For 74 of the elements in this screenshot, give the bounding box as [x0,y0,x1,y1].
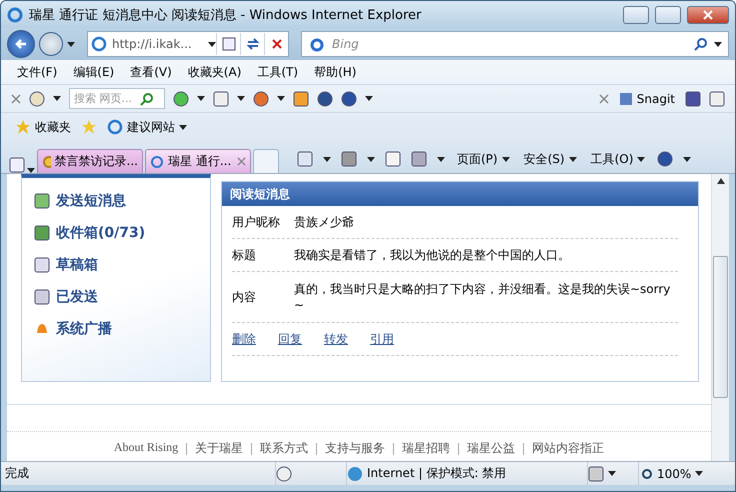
field-value: 真的，我当时只是大略的扫了下内容，并没细看。这是我的失误~sorry ~ [294,281,672,313]
field-label: 标题 [232,246,257,264]
action-link[interactable]: 回复 [278,330,302,348]
browser-tab[interactable]: 瑞星 通行... [145,149,251,173]
menu-item[interactable]: 文件(F) [9,64,66,80]
maximize-button[interactable] [655,6,681,24]
globe-icon [347,466,363,482]
search-box[interactable]: Bing [301,31,729,57]
zoom-button[interactable]: 100% [639,466,706,480]
menu-item[interactable]: 帮助(H) [306,64,364,80]
field-label: 内容 [232,288,257,306]
field-value: 贵族メ少爺 [294,214,355,230]
close-icon[interactable] [11,94,21,104]
caret-icon[interactable] [365,96,373,101]
star-icon [15,119,31,135]
address-field[interactable]: http://i.ikak... [87,31,289,57]
caret-icon[interactable] [237,96,245,101]
caret-icon[interactable] [437,156,445,162]
close-icon[interactable] [598,94,609,104]
close-icon [270,38,282,50]
action-link[interactable]: 删除 [232,330,256,348]
action-link[interactable]: 引用 [370,330,394,348]
command-button[interactable]: 页面(P) [455,150,512,168]
caret-icon[interactable] [367,156,375,162]
search-icon[interactable] [140,92,154,106]
menu-item[interactable]: 查看(V) [122,64,180,80]
footer-link[interactable]: 关于瑞星 [195,440,244,457]
refresh-icon [246,37,260,51]
menu-item[interactable]: 工具(T) [249,64,306,80]
action-link[interactable]: 转发 [324,330,348,348]
footer-link[interactable]: About Rising [114,440,178,457]
caret-icon[interactable] [608,471,616,476]
back-arrow-icon [14,37,28,51]
caret-icon[interactable] [53,96,61,101]
close-icon[interactable] [237,157,246,166]
security-zone: Internet | 保护模式: 禁用 [367,465,506,482]
footer-link[interactable]: 支持与服务 [325,440,386,457]
sidebar-link[interactable]: 发送短消息 [34,192,210,210]
forward-button[interactable] [39,32,63,56]
sidebar-link[interactable]: 系统广播 [34,320,210,338]
toolbar-search-box[interactable]: 搜索 网页... [69,88,165,109]
footer-link[interactable]: 联系方式 [260,440,308,457]
close-button[interactable] [687,6,729,24]
command-button[interactable]: 安全(S) [522,150,579,168]
panel-title: 阅读短消息 [222,182,698,206]
favorites-button[interactable]: 收藏夹 [13,118,73,136]
sidebar-link[interactable]: 已发送 [34,288,210,306]
scrollbar[interactable] [711,174,729,461]
menu-item[interactable]: 编辑(E) [65,64,122,80]
sidebar-link[interactable]: 草稿箱 [34,256,210,274]
minimize-button[interactable] [623,6,649,24]
caret-icon[interactable] [683,156,692,162]
footer-link[interactable]: 网站内容指正 [532,440,604,457]
caret-icon[interactable] [277,96,285,101]
browser-tab[interactable]: 禁言禁访记录... [37,149,143,173]
footer-link[interactable]: 瑞星招聘 [402,440,450,457]
sidebar-link[interactable]: 收件箱(0/73) [34,224,210,242]
caret-icon[interactable] [197,96,205,101]
caret-icon[interactable] [714,42,722,46]
close-icon [703,10,713,20]
field-label: 用户昵称 [232,214,281,230]
caret-icon[interactable] [67,42,75,46]
footer-link[interactable]: 瑞星公益 [467,440,516,457]
field-value: 我确实是看错了，我以为他说的是整个中国的人口。 [294,247,571,263]
caret-icon[interactable] [323,156,331,162]
command-button[interactable]: 工具(O) [588,150,648,168]
suggested-sites-button[interactable]: 建议网站 [105,118,189,136]
search-icon[interactable] [694,37,708,51]
menu-item[interactable]: 收藏夹(A) [180,64,250,80]
snagit-button[interactable]: Snagit [616,92,677,106]
search-field[interactable]: Bing [330,36,688,52]
window-title: 瑞星 通行证 短消息中心 阅读短消息 - Windows Internet Explorer [29,6,422,24]
scroll-up-icon[interactable] [716,178,724,184]
back-button[interactable] [7,30,35,58]
